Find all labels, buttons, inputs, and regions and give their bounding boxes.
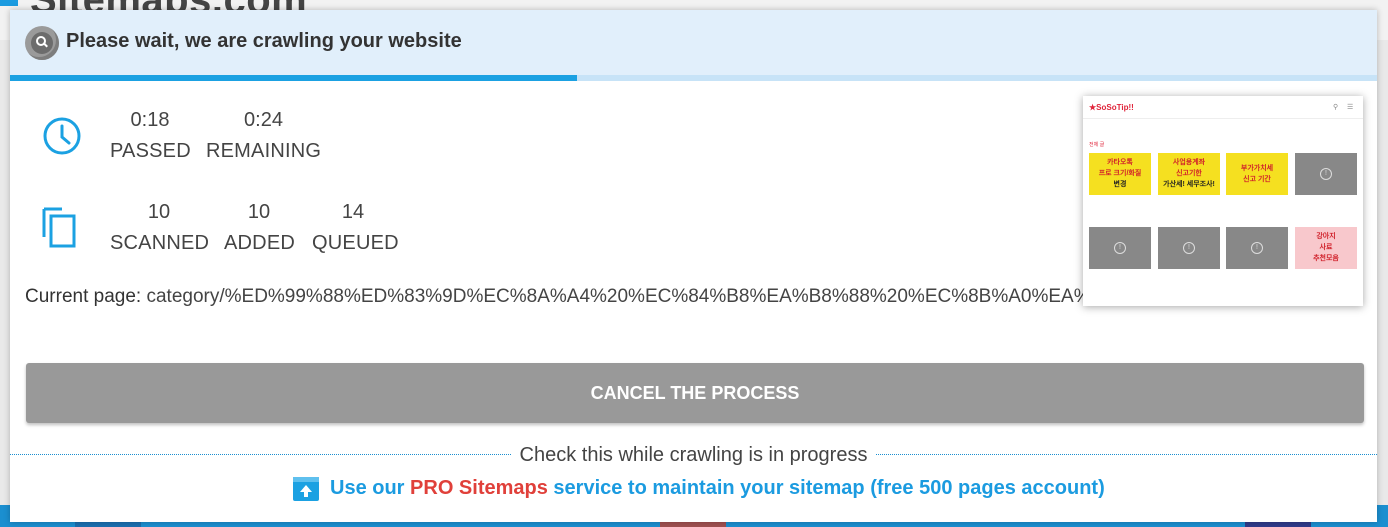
preview-tile-text: 변경 <box>1113 181 1127 188</box>
passed-label: PASSED <box>110 140 191 162</box>
preview-category: 전체 글 <box>1089 142 1105 148</box>
preview-tile-text: 신고기한 <box>1176 170 1202 177</box>
preview-menu-icon: ☰ <box>1347 104 1354 111</box>
preview-tile-text: 사료 <box>1319 244 1333 251</box>
current-page-label: Current page: <box>25 286 142 307</box>
preview-tile-text: 부가가치세 <box>1240 165 1274 172</box>
clock-icon <box>43 117 81 155</box>
preview-placeholder-icon: ! <box>1183 242 1195 254</box>
preview-tile: ! <box>1295 153 1357 195</box>
preview-tile-text: 추천모음 <box>1313 255 1339 262</box>
added-value: 10 <box>247 201 271 223</box>
added-label: ADDED <box>224 232 296 254</box>
pro-link-prefix: Use our <box>330 477 411 499</box>
check-while-crawling-text: Check this while crawling is in progress <box>10 444 1377 467</box>
preview-tile: 카타오톡프로 크기/화질변경 <box>1089 153 1151 195</box>
pro-sitemaps-link[interactable]: Use our PRO Sitemaps service to maintain… <box>330 477 1105 500</box>
queued-label: QUEUED <box>312 232 399 254</box>
pro-link-suffix: service to maintain your sitemap (free 5… <box>547 477 1105 499</box>
current-page-url: category/%ED%99%88%ED%83%9D%EC%8A%A4%20%… <box>146 286 1154 307</box>
preview-tile-text: 프로 크기/화질 <box>1098 170 1142 177</box>
preview-tile: ! <box>1158 227 1220 269</box>
preview-tile: 강아지사료추천모음 <box>1295 227 1357 269</box>
current-page: Current page: category/%ED%99%88%ED%83%9… <box>25 286 1154 308</box>
check-while-crawling-label: Check this while crawling is in progress <box>511 444 876 466</box>
preview-tile-text: 신고 기간 <box>1243 176 1271 183</box>
passed-value: 0:18 <box>130 109 170 131</box>
remaining-label: REMAINING <box>206 140 322 162</box>
preview-tile: ! <box>1089 227 1151 269</box>
upload-icon[interactable] <box>293 477 319 501</box>
background-logo-bar <box>0 0 18 6</box>
preview-brand: ★SoSoTip!! <box>1089 103 1134 112</box>
preview-tile: 사업용계좌신고기한가산세! 세무조사! <box>1158 153 1220 195</box>
preview-placeholder-icon: ! <box>1251 242 1263 254</box>
copy-icon <box>42 207 76 248</box>
cancel-process-button[interactable]: CANCEL THE PROCESS <box>26 363 1364 423</box>
remaining-value: 0:24 <box>244 109 283 131</box>
preview-tile: ! <box>1226 227 1288 269</box>
modal-title: Please wait, we are crawling your websit… <box>66 30 462 52</box>
site-preview-thumbnail: ★SoSoTip!! ⚲ ☰ 전체 글 카타오톡 프로 크기/화질 변경 사업용계좌 신… <box>1083 96 1363 306</box>
preview-placeholder-icon: ! <box>1320 168 1332 180</box>
preview-divider <box>1083 118 1363 119</box>
preview-tile-text: 강아지 <box>1316 233 1336 240</box>
preview-tile: 부가가치세신고 기간 <box>1226 153 1288 195</box>
scanned-value: 10 <box>147 201 171 223</box>
crawl-progress-bar <box>10 75 1377 81</box>
pro-link-highlight: PRO Sitemaps <box>410 477 548 499</box>
preview-search-icon: ⚲ <box>1333 104 1339 111</box>
preview-tile-text: 가산세! 세무조사! <box>1163 181 1215 188</box>
queued-value: 14 <box>341 201 365 223</box>
crawl-progress-modal: Please wait, we are crawling your websit… <box>10 10 1377 522</box>
preview-tile-text: 카타오톡 <box>1107 159 1133 166</box>
scanned-label: SCANNED <box>110 232 210 254</box>
preview-placeholder-icon: ! <box>1114 242 1126 254</box>
crawl-progress-fill <box>10 75 578 81</box>
modal-header: Please wait, we are crawling your websit… <box>10 10 1377 75</box>
preview-tile-text: 사업용계좌 <box>1172 159 1206 166</box>
search-icon <box>25 26 59 60</box>
